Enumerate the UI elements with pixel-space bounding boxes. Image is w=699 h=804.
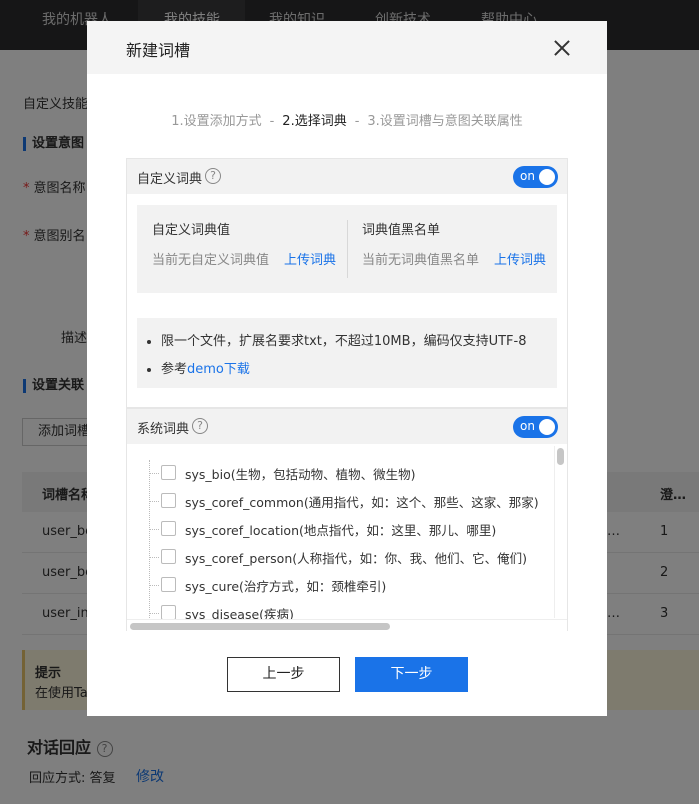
step-3: 3.设置词槽与意图关联属性 — [367, 114, 523, 129]
checkbox[interactable] — [161, 549, 176, 564]
close-icon[interactable] — [553, 39, 571, 57]
checkbox[interactable] — [161, 577, 176, 592]
scroll-thumb[interactable] — [557, 448, 564, 465]
toggle-knob — [539, 419, 555, 435]
next-step-button[interactable]: 下一步 — [355, 657, 468, 692]
system-dict-title: 系统词典 — [137, 422, 190, 437]
upload-notes-box: 限一个文件，扩展名要求txt，不超过10MB，编码仅支持UTF-8 参考demo… — [137, 318, 557, 388]
step-2-current: 2.选择词典 — [282, 114, 347, 129]
demo-download-link[interactable]: demo下载 — [187, 362, 250, 377]
system-dict-header: 系统词典 ? on — [127, 409, 567, 444]
toggle-label: on — [520, 419, 535, 433]
toggle-knob — [539, 169, 555, 185]
system-dict-toggle[interactable]: on — [513, 416, 558, 438]
upload-blacklist-link[interactable]: 上传词典 — [494, 249, 546, 268]
vertical-scrollbar[interactable] — [554, 446, 566, 618]
tree-line — [149, 460, 150, 630]
note-file-rule: 限一个文件，扩展名要求txt，不超过10MB，编码仅支持UTF-8 — [161, 330, 526, 349]
step-1: 1.设置添加方式 — [171, 114, 262, 129]
custom-dict-toggle[interactable]: on — [513, 166, 558, 188]
checkbox[interactable] — [161, 521, 176, 536]
checkbox[interactable] — [161, 493, 176, 508]
checkbox[interactable] — [161, 465, 176, 480]
custom-values-title: 自定义词典值 — [152, 223, 231, 238]
divider — [347, 220, 348, 278]
system-dict-panel: 系统词典 ? on sys_bio(生物，包括动物、植物、微生物) sys_co… — [126, 408, 568, 631]
dict-item-label: sys_coref_person(人称指代，如：你、我、他们、它、俺们) — [185, 551, 527, 566]
dict-item-label: sys_bio(生物，包括动物、植物、微生物) — [185, 467, 416, 482]
step-indicator: 1.设置添加方式 -2.选择词典 -3.设置词槽与意图关联属性 — [171, 114, 523, 129]
dict-item-label: sys_coref_location(地点指代，如：这里、那儿、哪里) — [185, 523, 497, 538]
custom-values-empty: 当前无自定义词典值 — [152, 253, 270, 268]
blacklist-empty: 当前无词典值黑名单 — [362, 253, 480, 268]
custom-dict-header: 自定义词典 ? on — [127, 159, 567, 194]
blacklist-title: 词典值黑名单 — [362, 223, 441, 238]
custom-dict-title: 自定义词典 — [137, 172, 203, 187]
horizontal-scrollbar[interactable] — [127, 619, 567, 631]
toggle-label: on — [520, 169, 535, 183]
new-slot-modal: 新建词槽 1.设置添加方式 -2.选择词典 -3.设置词槽与意图关联属性 自定义词典… — [87, 21, 607, 716]
dict-item-label: sys_cure(治疗方式，如：颈椎牵引) — [185, 579, 387, 594]
custom-dict-panel: 自定义词典 ? on 自定义词典值 当前无自定义词典值 上传词典 词典值黑名单 … — [126, 158, 568, 408]
note-demo: 参考demo下载 — [161, 358, 526, 377]
system-dict-list: sys_bio(生物，包括动物、植物、微生物) sys_coref_common… — [127, 445, 567, 631]
dict-item-label: sys_coref_common(通用指代，如：这个、那些、这家、那家) — [185, 495, 539, 510]
prev-step-button[interactable]: 上一步 — [227, 657, 340, 692]
upload-notes: 限一个文件，扩展名要求txt，不超过10MB，编码仅支持UTF-8 参考demo… — [161, 330, 526, 386]
upload-dict-link[interactable]: 上传词典 — [284, 249, 336, 268]
help-icon[interactable]: ? — [192, 418, 208, 434]
custom-dict-values-box: 自定义词典值 当前无自定义词典值 上传词典 词典值黑名单 当前无词典值黑名单 上… — [137, 205, 557, 293]
modal-title: 新建词槽 — [126, 41, 191, 60]
modal-header: 新建词槽 — [87, 21, 607, 74]
scroll-thumb[interactable] — [130, 623, 390, 630]
help-icon[interactable]: ? — [205, 168, 221, 184]
checkbox[interactable] — [161, 605, 176, 620]
